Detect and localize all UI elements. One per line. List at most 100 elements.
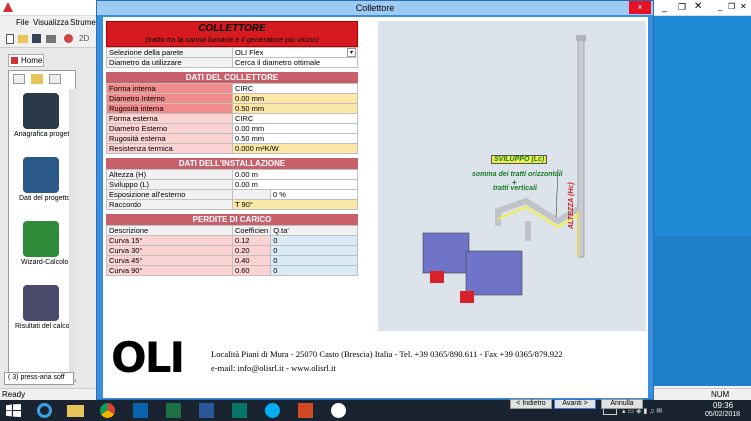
menubar: File Visualizza Strumen [0,16,100,30]
chevron-down-icon[interactable]: ▾ [347,48,356,57]
restore-icon[interactable]: ❐ [678,2,686,13]
app-close-icon[interactable]: ✕ [694,1,702,12]
collettore-label: Forma esterna [106,113,233,124]
clock-date[interactable]: 05/02/2018 [705,411,740,418]
home-tab-icon [11,57,18,64]
perdite-qta[interactable]: 0 [270,265,358,276]
bottom-tab[interactable]: ( 3) press-aria soff [4,372,74,385]
tratti-label: tratti verticali [493,185,537,192]
edit-icon[interactable] [49,74,61,84]
sidebar-dati-icon[interactable] [23,157,59,193]
collettore-value[interactable]: 0.00 mm [232,123,358,134]
collettore-dialog: Collettore × COLLETTORE (tratto tra la c… [96,0,654,409]
perdite-qta[interactable]: 0 [270,245,358,256]
excel-icon[interactable] [166,403,181,418]
tab-home[interactable]: Home [8,54,44,67]
installazione-row: Sviluppo (L) 0.00 m [106,179,358,190]
next-button[interactable]: Avanti > [554,399,596,409]
folder-icon[interactable] [31,74,43,84]
sidebar-risultati-label[interactable]: Risultati del calco [15,323,69,330]
sidebar-risultati-icon[interactable] [23,285,59,321]
sidebar-scrollbar[interactable] [69,89,76,379]
perdite-header-desc: Descrizione [106,225,233,236]
cancel-button[interactable]: Annulla [601,399,643,409]
small-close-icon[interactable]: ✕ [740,2,747,11]
powerpoint-icon[interactable] [298,403,313,418]
dialog-title: Collettore [355,3,395,13]
selezione-select[interactable]: OLI Flex ▾ [232,47,358,58]
dialog-close-button[interactable]: × [629,1,651,14]
back-button[interactable]: < Indietro [510,399,552,409]
small-min-icon[interactable]: _ [718,2,722,11]
collettore-value[interactable]: 0.50 mm [232,103,358,114]
collettore-value[interactable]: CIRC [232,113,358,124]
header-box: COLLETTORE (tratto tra la canna fumaria … [106,21,358,47]
sidebar-dati-label[interactable]: Dati del progetto [19,195,70,202]
sidebar-anagrafica-icon[interactable] [23,93,59,129]
app-logo-icon [3,2,13,12]
print-icon[interactable] [46,35,56,43]
installazione-spacer [232,189,271,200]
perdite-qta[interactable]: 0 [270,235,358,246]
windows-start-icon-right[interactable] [13,404,21,417]
sidebar-anagrafica-label[interactable]: Anagrafica progett [14,131,71,138]
home-icon[interactable] [13,74,25,84]
sidebar-wizard-icon[interactable] [23,221,59,257]
installazione-label: Sviluppo (L) [106,179,233,190]
perdite-qta[interactable]: 0 [270,255,358,266]
perdite-coef: 0.12 [231,235,272,246]
menu-file[interactable]: File [16,18,29,27]
collettore-row: Forma interna CIRC [106,83,358,94]
perdite-desc: Curva 90° [106,265,233,276]
collettore-label: Rugosità esterna [106,133,233,144]
skype-icon[interactable] [265,403,280,418]
perdite-header-qta: Q.ta' [270,225,358,236]
installazione-table: Altezza (H) 0.00 m Sviluppo (L) 0.00 m Espos… [106,169,358,210]
perdite-table: Descrizione Coefficien Q.ta' Curva 15° 0.… [106,225,358,276]
collettore-value[interactable]: CIRC [232,83,358,94]
minimize-icon[interactable]: _ [662,2,667,12]
open-icon[interactable] [18,35,28,43]
footer-contacts: e-mail: info@olisrl.it - www.olisrl.it [211,363,336,373]
collettore-value[interactable]: 0.50 mm [232,133,358,144]
footer: OLI Località Piani di Mura - 25070 Casto… [111,335,641,385]
outlook-icon[interactable] [133,403,148,418]
clock-time[interactable]: 09:36 [713,401,733,410]
chimney-cap [576,35,586,41]
tool-icon[interactable] [64,34,73,43]
view-floor [654,236,751,386]
installazione-value[interactable]: 0 % [270,189,358,200]
diametro-value[interactable]: Cerca il diametro ottimale [232,57,358,68]
diametro-label: Diametro da utilizzare [106,57,233,68]
generator-2 [465,250,523,296]
installazione-value[interactable]: 0.00 m [232,179,358,190]
perdite-coef: 0.60 [231,265,272,276]
word-icon[interactable] [199,403,214,418]
app-taskbar-icon[interactable] [331,403,346,418]
selezione-row: Selezione della parete OLI Flex ▾ [106,47,358,58]
explorer-icon[interactable] [67,405,84,417]
section-collettore: DATI DEL COLLETTORE [106,72,358,83]
installazione-label: Esposizione all'esterno [106,189,233,200]
installazione-value[interactable]: T 90° [232,199,358,210]
dialog-titlebar: Collettore × [97,1,653,15]
chrome-icon[interactable] [100,403,115,418]
small-restore-icon[interactable]: ❐ [728,2,735,11]
collettore-value[interactable]: 0.000 m²K/W [232,143,358,154]
new-icon[interactable] [6,34,14,44]
selezione-label: Selezione della parete [106,47,233,58]
save-icon[interactable] [32,34,41,43]
publisher-icon[interactable] [232,403,247,418]
perdite-row: Curva 90° 0.60 0 [106,265,358,276]
collettore-value[interactable]: 0.00 mm [232,93,358,104]
ie-icon[interactable] [37,403,52,418]
somma-label: somma dei tratti orizzontali [472,171,563,178]
installazione-value[interactable]: 0.00 m [232,169,358,180]
app-3d-view [654,16,751,386]
toolbar-2d[interactable]: 2D [79,34,89,43]
dialog-body: COLLETTORE (tratto tra la canna fumaria … [103,17,648,398]
sidebar-wizard-label[interactable]: Wizard-Calcolo [21,259,68,266]
collettore-row: Rugosità interna 0.50 mm [106,103,358,114]
menu-visualizza[interactable]: Visualizza [33,18,69,27]
perdite-coef: 0.20 [231,245,272,256]
